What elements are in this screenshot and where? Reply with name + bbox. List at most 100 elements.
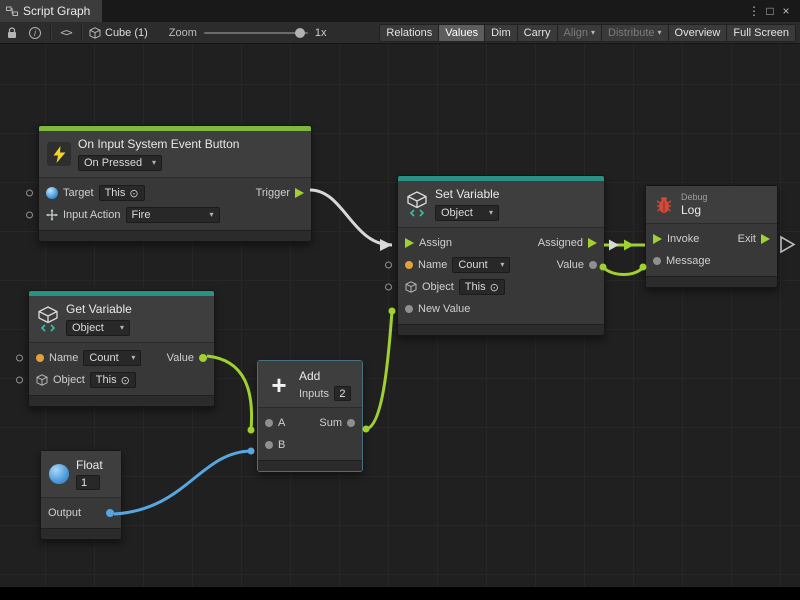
node-get-variable[interactable]: Get Variable Object ▾ Name Count ▾ Value [28, 290, 215, 407]
message-input-port[interactable] [653, 257, 661, 265]
node-footer [398, 324, 604, 335]
values-button[interactable]: Values [438, 24, 484, 42]
object-edge-port[interactable] [385, 284, 392, 291]
node-header: On Input System Event Button On Pressed … [39, 131, 311, 178]
distribute-button[interactable]: Distribute▾ [601, 24, 667, 42]
wire-sum-to-newvalue [366, 311, 392, 429]
chevron-down-icon: ▾ [209, 211, 213, 219]
full-screen-button[interactable]: Full Screen [726, 24, 796, 42]
event-mode-dropdown[interactable]: On Pressed ▾ [78, 155, 162, 171]
exit-output-port[interactable] [761, 234, 770, 244]
tab-script-graph[interactable]: Script Graph [0, 0, 102, 22]
target-input-port[interactable] [26, 190, 33, 197]
node-set-variable[interactable]: Set Variable Object ▾ Assign Assigned Na… [397, 175, 605, 336]
assigned-output-port[interactable] [588, 238, 597, 248]
edge-exit-triangle-icon [781, 237, 794, 252]
kebab-menu-icon[interactable]: ⋮ [746, 4, 762, 18]
name-label: Name [418, 259, 447, 271]
node-footer [29, 395, 214, 406]
name-input-port[interactable] [405, 261, 413, 269]
port-row-output: Output [41, 502, 121, 524]
trigger-output-port[interactable] [295, 188, 304, 198]
self-target-icon: ⊙ [490, 281, 499, 294]
sum-output-port[interactable] [347, 419, 355, 427]
a-input-port[interactable] [265, 419, 273, 427]
object-label: Object [422, 281, 454, 293]
toolbar-separator [50, 25, 51, 40]
message-label: Message [666, 255, 711, 267]
node-header: Set Variable Object ▾ [398, 181, 604, 228]
assign-input-port[interactable] [405, 238, 414, 248]
variable-scope-dropdown[interactable]: Object ▾ [66, 320, 130, 336]
object-this-button[interactable]: This ⊙ [90, 372, 136, 388]
info-icon[interactable]: i [27, 25, 43, 41]
chevron-down-icon: ▾ [152, 159, 156, 167]
object-edge-port[interactable] [16, 377, 23, 384]
input-action-port[interactable] [26, 212, 33, 219]
port-row-name: Name Count ▾ Value [398, 254, 604, 276]
graph-canvas[interactable]: On Input System Event Button On Pressed … [0, 44, 800, 587]
lightning-bolt-icon [47, 142, 71, 166]
chevron-down-icon: ▾ [120, 324, 124, 332]
wire-trigger-to-assign [310, 190, 392, 245]
float-value-field[interactable]: 1 [76, 475, 100, 490]
port-row-object: Object This ⊙ [398, 276, 604, 298]
variable-scope-dropdown[interactable]: Object ▾ [435, 205, 499, 221]
value-output-port[interactable] [589, 261, 597, 269]
overview-button[interactable]: Overview [668, 24, 727, 42]
maximize-icon[interactable]: □ [762, 4, 778, 18]
invoke-input-port[interactable] [653, 234, 662, 244]
input-action-dropdown[interactable]: Fire ▾ [126, 207, 220, 223]
node-header: Get Variable Object ▾ [29, 296, 214, 343]
input-action-icon [46, 209, 58, 221]
node-on-input-system-event[interactable]: On Input System Event Button On Pressed … [38, 125, 312, 242]
wire-float-to-b [114, 451, 251, 514]
assign-label: Assign [419, 237, 452, 249]
target-name: Cube (1) [105, 27, 148, 39]
node-footer [258, 460, 362, 471]
tab-title: Script Graph [23, 4, 90, 18]
name-edge-port[interactable] [385, 262, 392, 269]
zoom-slider[interactable] [204, 32, 308, 34]
relations-button[interactable]: Relations [379, 24, 438, 42]
node-add[interactable]: + Add Inputs 2 A Sum B [257, 360, 363, 472]
node-debug-log[interactable]: Debug Log Invoke Exit Message [645, 185, 778, 288]
value-output-port[interactable] [199, 354, 207, 362]
name-label: Name [49, 352, 78, 364]
lock-icon[interactable] [4, 25, 20, 41]
zoom-slider-handle[interactable] [295, 28, 305, 38]
port-row-invoke: Invoke Exit [646, 228, 777, 250]
inputs-label: Inputs [299, 388, 329, 400]
variable-name-dropdown[interactable]: Count ▾ [452, 257, 510, 273]
carry-button[interactable]: Carry [517, 24, 557, 42]
b-label: B [278, 439, 285, 451]
target-label: Target [63, 187, 94, 199]
name-input-port[interactable] [36, 354, 44, 362]
b-input-port[interactable] [265, 441, 273, 449]
node-float[interactable]: Float 1 Output [40, 450, 122, 540]
close-icon[interactable]: × [778, 4, 794, 18]
assigned-label: Assigned [538, 237, 583, 249]
script-graph-icon [6, 5, 18, 17]
node-group-label: Debug [681, 192, 708, 202]
target-this-button[interactable]: This ⊙ [99, 185, 145, 201]
self-target-icon: ⊙ [129, 187, 138, 200]
output-port[interactable] [106, 509, 114, 517]
port-row-name: Name Count ▾ Value [29, 347, 214, 369]
node-title: Set Variable [435, 187, 499, 201]
inputs-count-field[interactable]: 2 [334, 386, 351, 401]
dim-button[interactable]: Dim [484, 24, 517, 42]
toolbar-button-group: Relations Values Dim Carry Align▾ Distri… [379, 24, 796, 42]
variable-name-dropdown[interactable]: Count ▾ [83, 350, 141, 366]
name-edge-port[interactable] [16, 355, 23, 362]
object-this-button[interactable]: This ⊙ [459, 279, 505, 295]
graph-target-reference[interactable]: Cube (1) [89, 27, 148, 39]
code-view-icon[interactable]: <> [58, 25, 74, 41]
align-button[interactable]: Align▾ [557, 24, 601, 42]
cube-icon [36, 374, 48, 386]
node-footer [646, 276, 777, 287]
value-label: Value [557, 259, 584, 271]
port-row-input-action: Input Action Fire ▾ [39, 204, 311, 226]
chevron-down-icon: ▾ [591, 29, 595, 37]
new-value-input-port[interactable] [405, 305, 413, 313]
